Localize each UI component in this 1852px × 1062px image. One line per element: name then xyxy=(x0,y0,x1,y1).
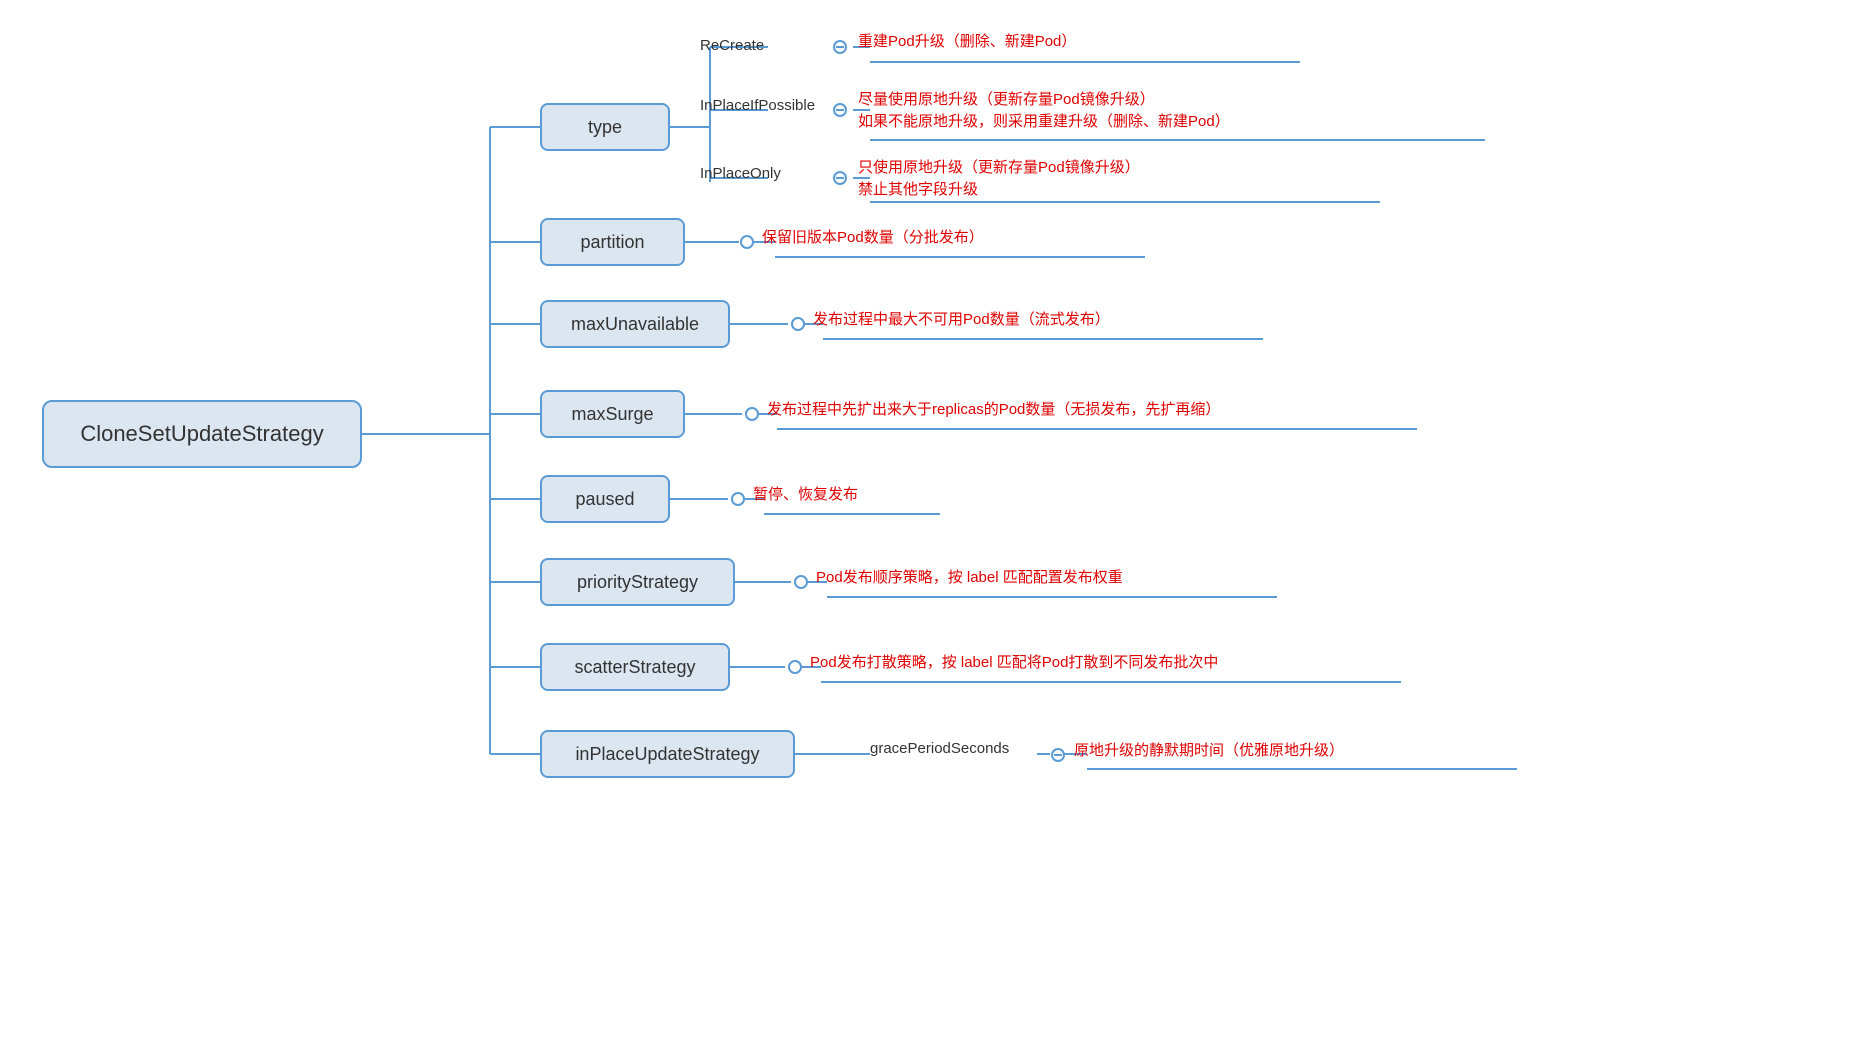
node-scatterstrategy-label: scatterStrategy xyxy=(574,657,695,678)
node-maxunavailable-label: maxUnavailable xyxy=(571,314,699,335)
inplaceonly-label: InPlaceOnly xyxy=(700,165,781,182)
node-partition: partition xyxy=(540,218,685,266)
inplaceonly-desc2: 禁止其他字段升级 xyxy=(858,178,978,199)
graceperiodseconds-desc: 原地升级的静默期时间（优雅原地升级） xyxy=(1074,739,1344,760)
node-maxsurge-label: maxSurge xyxy=(571,404,653,425)
main-node-label: CloneSetUpdateStrategy xyxy=(80,421,323,447)
scatterstrategy-desc: Pod发布打散策略，按 label 匹配将Pod打散到不同发布批次中 xyxy=(810,651,1218,672)
graceperiodseconds-label: gracePeriodSeconds xyxy=(870,740,1009,757)
paused-circle xyxy=(731,492,745,506)
node-paused-label: paused xyxy=(575,489,634,510)
node-maxsurge: maxSurge xyxy=(540,390,685,438)
node-paused: paused xyxy=(540,475,670,523)
recreate-label: ReCreate xyxy=(700,37,764,54)
partition-desc: 保留旧版本Pod数量（分批发布） xyxy=(762,226,984,247)
scatterstrategy-circle xyxy=(788,660,802,674)
recreate-desc: 重建Pod升级（删除、新建Pod） xyxy=(858,30,1076,51)
node-inplaceupdatestrategy-label: inPlaceUpdateStrategy xyxy=(575,744,759,765)
prioritystrategy-desc: Pod发布顺序策略，按 label 匹配配置发布权重 xyxy=(816,566,1123,587)
inplaceonly-circle xyxy=(833,171,847,185)
maxunavailable-desc: 发布过程中最大不可用Pod数量（流式发布） xyxy=(813,308,1110,329)
inplaceifpossible-label: InPlaceIfPossible xyxy=(700,97,815,114)
prioritystrategy-circle xyxy=(794,575,808,589)
maxsurge-circle xyxy=(745,407,759,421)
main-node: CloneSetUpdateStrategy xyxy=(42,400,362,468)
node-prioritystrategy-label: priorityStrategy xyxy=(577,572,698,593)
recreate-circle xyxy=(833,40,847,54)
node-prioritystrategy: priorityStrategy xyxy=(540,558,735,606)
node-inplaceupdatestrategy: inPlaceUpdateStrategy xyxy=(540,730,795,778)
inplaceonly-desc1: 只使用原地升级（更新存量Pod镜像升级） xyxy=(858,156,1140,177)
node-type: type xyxy=(540,103,670,151)
node-partition-label: partition xyxy=(580,232,644,253)
maxsurge-desc: 发布过程中先扩出来大于replicas的Pod数量（无损发布，先扩再缩） xyxy=(767,398,1220,419)
node-maxunavailable: maxUnavailable xyxy=(540,300,730,348)
inplaceifpossible-circle xyxy=(833,103,847,117)
graceperiodseconds-circle xyxy=(1051,748,1065,762)
diagram: CloneSetUpdateStrategy type partition ma… xyxy=(0,0,1852,1062)
inplaceifpossible-desc1: 尽量使用原地升级（更新存量Pod镜像升级） xyxy=(858,88,1155,109)
paused-desc: 暂停、恢复发布 xyxy=(753,483,858,504)
partition-circle xyxy=(740,235,754,249)
node-scatterstrategy: scatterStrategy xyxy=(540,643,730,691)
maxunavailable-circle xyxy=(791,317,805,331)
node-type-label: type xyxy=(588,117,622,138)
inplaceifpossible-desc2: 如果不能原地升级，则采用重建升级（删除、新建Pod） xyxy=(858,110,1230,131)
